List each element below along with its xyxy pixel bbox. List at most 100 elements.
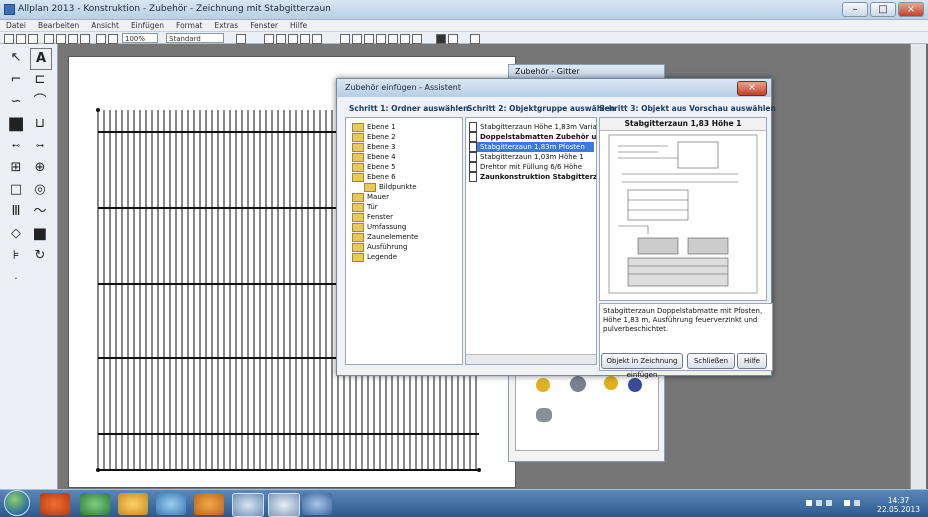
taskbar-window-icon[interactable] <box>268 493 300 517</box>
close-dialog-button[interactable]: Schließen <box>687 353 735 369</box>
snap-icon[interactable] <box>312 34 322 44</box>
circle-icon[interactable] <box>364 34 374 44</box>
redo-icon[interactable] <box>108 34 118 44</box>
save-icon[interactable] <box>28 34 38 44</box>
layer-select[interactable]: Standard <box>166 33 224 43</box>
tree-item[interactable]: Ebene 3 <box>352 142 460 152</box>
tree-item[interactable]: Legende <box>352 252 460 262</box>
vertical-scrollbar[interactable] <box>910 44 926 489</box>
preview-drawing[interactable] <box>608 134 758 294</box>
undo-icon[interactable] <box>96 34 106 44</box>
close-button[interactable]: × <box>898 2 924 17</box>
text-tool-icon[interactable]: A <box>30 48 52 70</box>
menu-insert[interactable]: Einfügen <box>125 20 170 32</box>
polyline-tool-icon[interactable]: ⊏ <box>30 70 50 90</box>
insert-object-button[interactable]: Objekt in Zeichnung einfügen <box>601 353 683 379</box>
maximize-button[interactable]: □ <box>870 2 896 17</box>
taskbar-explorer-icon[interactable] <box>156 493 186 515</box>
arc-tool-icon[interactable]: ⌒ <box>30 92 50 112</box>
new-icon[interactable] <box>4 34 14 44</box>
zoom-out-icon[interactable] <box>276 34 286 44</box>
list-item[interactable]: Drehtor mit Füllung 6/6 Höhe <box>469 162 594 172</box>
bracket-tool-icon[interactable]: ⊔ <box>30 114 50 134</box>
copy-icon[interactable] <box>68 34 78 44</box>
table-tool-icon[interactable]: ⊞ <box>6 158 26 178</box>
app-icon[interactable] <box>4 4 15 15</box>
tree-item[interactable]: Ebene 1 <box>352 122 460 132</box>
pan-icon[interactable] <box>288 34 298 44</box>
tree-item[interactable]: Ebene 4 <box>352 152 460 162</box>
scale-tool-icon[interactable]: ⊶ <box>30 136 50 156</box>
help-button[interactable]: Hilfe <box>737 353 767 369</box>
tray-update-icon[interactable] <box>854 500 860 506</box>
bars-tool-icon[interactable]: Ⅲ <box>6 202 26 222</box>
tray-power-icon[interactable] <box>844 500 850 506</box>
taskbar-cad-icon[interactable] <box>232 493 264 517</box>
open-icon[interactable] <box>16 34 26 44</box>
line-style-icon[interactable] <box>448 34 458 44</box>
tree-item[interactable]: Ebene 6 <box>352 172 460 182</box>
horizontal-scrollbar[interactable] <box>466 354 596 364</box>
object-group-list[interactable]: Stabgitterzaun Höhe 1,83m Varianten Dopp… <box>465 117 597 365</box>
select-arrow-icon[interactable]: ↖ <box>6 48 26 68</box>
yellow-symbol-2-icon[interactable] <box>604 376 618 390</box>
menu-window[interactable]: Fenster <box>244 20 284 32</box>
hatch-icon[interactable] <box>400 34 410 44</box>
line-icon[interactable] <box>340 34 350 44</box>
fill-color-icon[interactable] <box>436 34 446 44</box>
tray-flag-icon[interactable] <box>806 500 812 506</box>
wave-tool-icon[interactable]: 〜 <box>30 202 50 222</box>
tray-volume-icon[interactable] <box>826 500 832 506</box>
list-item[interactable]: Doppelstabmatten Zubehör und Befestigung <box>469 132 596 142</box>
minimize-button[interactable]: – <box>842 2 868 17</box>
tree-item[interactable]: Ebene 5 <box>352 162 460 172</box>
taskbar-media-icon[interactable] <box>80 493 110 515</box>
yellow-symbol-icon[interactable] <box>536 378 550 392</box>
tree-item[interactable]: Fenster <box>352 212 460 222</box>
menu-tools[interactable]: Extras <box>208 20 244 32</box>
rotate-tool-icon[interactable]: ↻ <box>30 246 50 266</box>
dimension-icon[interactable] <box>388 34 398 44</box>
tree-item[interactable]: Bildpunkte <box>352 182 460 192</box>
layer-icon[interactable] <box>412 34 422 44</box>
frame-tool-icon[interactable]: □ <box>6 180 26 200</box>
paste-icon[interactable] <box>80 34 90 44</box>
shape-tool-icon[interactable]: ◇ <box>6 224 26 244</box>
measure-tool-icon[interactable]: ⊷ <box>6 136 26 156</box>
ellipse-tool-icon[interactable]: ⊕ <box>30 158 50 178</box>
menu-view[interactable]: Ansicht <box>85 20 125 32</box>
menu-edit[interactable]: Bearbeiten <box>32 20 85 32</box>
cut-icon[interactable] <box>56 34 66 44</box>
list-item[interactable]: Stabgitterzaun Höhe 1,83m Varianten <box>469 122 596 132</box>
tree-item[interactable]: Umfassung <box>352 222 460 232</box>
properties-icon[interactable] <box>470 34 480 44</box>
list-item-selected[interactable]: Stabgitterzaun 1,83m Pfosten <box>469 142 594 152</box>
tree-item[interactable]: Tür <box>352 202 460 212</box>
tree-item[interactable]: Zaunelemente <box>352 232 460 242</box>
dialog-close-button[interactable]: × <box>737 81 767 96</box>
menu-format[interactable]: Format <box>170 20 208 32</box>
node-tool-icon[interactable]: · <box>6 270 26 290</box>
tree-item[interactable]: Ausführung <box>352 242 460 252</box>
grid-icon[interactable] <box>300 34 310 44</box>
taskbar-app2-icon[interactable] <box>302 493 332 515</box>
folder-tree[interactable]: Ebene 1 Ebene 2 Ebene 3 Ebene 4 Ebene 5 … <box>345 117 463 365</box>
text-icon[interactable] <box>376 34 386 44</box>
tray-network-icon[interactable] <box>816 500 822 506</box>
start-button[interactable] <box>4 490 30 516</box>
list-item[interactable]: Stabgitterzaun 1,03m Höhe 1 <box>469 152 594 162</box>
pointer-icon[interactable] <box>236 34 246 44</box>
fill-tool-icon[interactable]: ◼ <box>30 224 50 244</box>
grey-symbol-icon[interactable] <box>570 376 586 392</box>
rect-icon[interactable] <box>352 34 362 44</box>
tree-item[interactable]: Ebene 2 <box>352 132 460 142</box>
clock[interactable]: 14:37 22.05.2013 <box>877 496 920 514</box>
menu-file[interactable]: Datei <box>0 20 32 32</box>
zoom-in-icon[interactable] <box>264 34 274 44</box>
list-item[interactable]: Zaunkonstruktion Stabgitterzaun 1,23 Höh… <box>469 172 596 182</box>
line-tool-icon[interactable]: ⌐ <box>6 70 26 90</box>
curve-tool-icon[interactable]: ∽ <box>6 92 26 112</box>
print-icon[interactable] <box>44 34 54 44</box>
taskbar-browser-icon[interactable] <box>40 493 70 515</box>
grey-symbol-2-icon[interactable] <box>536 408 552 422</box>
